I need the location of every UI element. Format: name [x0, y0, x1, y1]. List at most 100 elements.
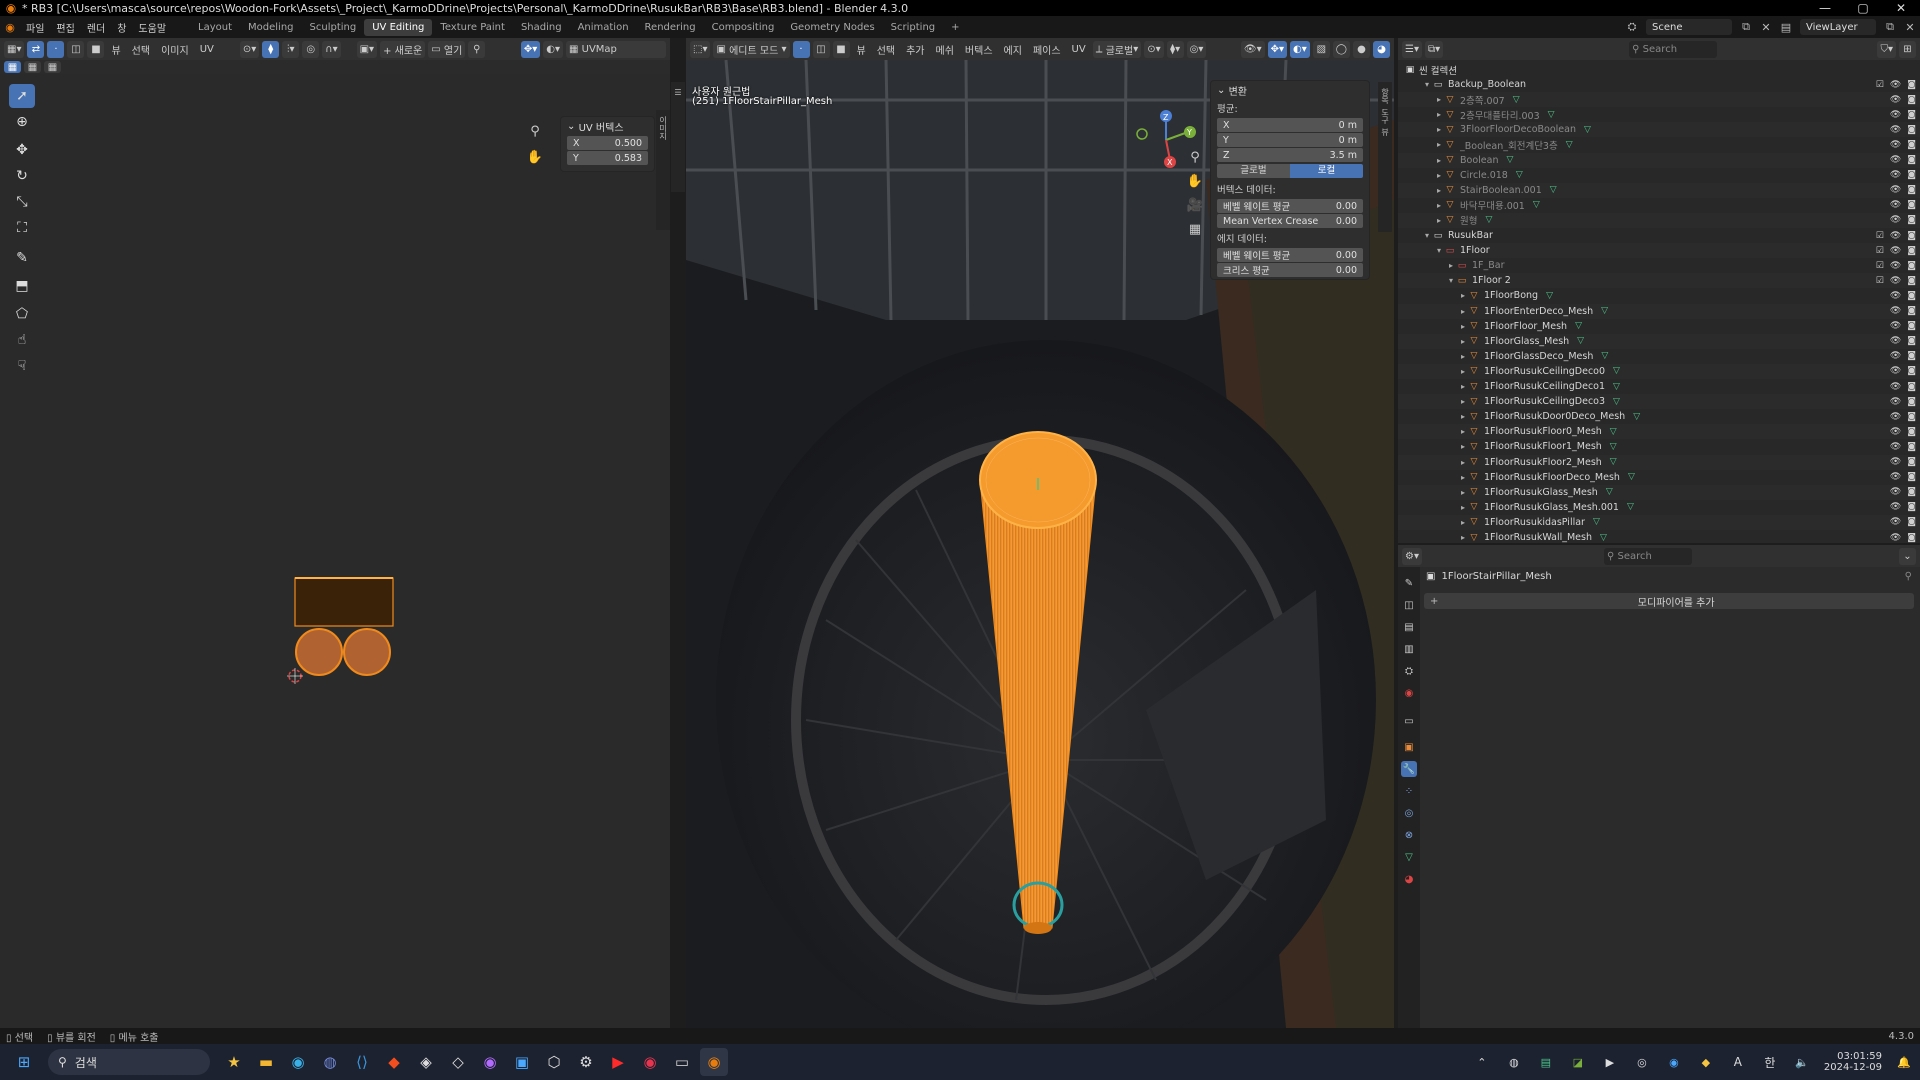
outliner-row[interactable]: ▸ ▽ 바닥무대용.001 ▽ 👁 ◙: [1398, 198, 1920, 213]
tab-layout[interactable]: Layout: [190, 19, 240, 36]
outliner-row[interactable]: ▸ ▽ StairBoolean.001 ▽ 👁 ◙: [1398, 182, 1920, 198]
overlays-icon[interactable]: ◐▾: [1290, 40, 1310, 58]
chevron-right-icon[interactable]: ▸: [1458, 518, 1468, 527]
xray-icon[interactable]: ▧: [1312, 40, 1330, 58]
camera-render-icon[interactable]: ◙: [1907, 442, 1916, 452]
chevron-right-icon[interactable]: ▸: [1458, 442, 1468, 451]
camera-render-icon[interactable]: ◙: [1907, 472, 1916, 482]
tray-discord-icon[interactable]: ◍: [1500, 1048, 1528, 1076]
camera-render-icon[interactable]: ◙: [1907, 427, 1916, 437]
falloff-icon[interactable]: ∩▾: [322, 40, 341, 58]
chevron-right-icon[interactable]: ▸: [1458, 412, 1468, 421]
camera-render-icon[interactable]: ◙: [1907, 382, 1916, 392]
tab-compositing[interactable]: Compositing: [704, 19, 783, 36]
particles-tab-icon[interactable]: ⁘: [1401, 783, 1417, 799]
outliner-row[interactable]: ▸ ▽ 1FloorRusukCeilingDeco0 ▽ 👁 ◙: [1398, 363, 1920, 379]
vscode-icon[interactable]: ⟨⟩: [348, 1048, 376, 1076]
outliner-row[interactable]: ▸ ▽ Circle.018 ▽ 👁 ◙: [1398, 168, 1920, 183]
file-explorer-icon[interactable]: ▬: [252, 1048, 280, 1076]
menu-window[interactable]: 창: [111, 20, 132, 35]
camera-render-icon[interactable]: ◙: [1907, 231, 1916, 241]
scene-selector[interactable]: Scene: [1646, 19, 1732, 35]
outliner-row[interactable]: ▸ ▽ _Boolean_회전계단3층 ▽ 👁 ◙: [1398, 137, 1920, 152]
mesh-data-icon[interactable]: ▽: [1577, 336, 1584, 346]
eye-icon[interactable]: 👁: [1890, 427, 1901, 437]
camera-render-icon[interactable]: ◙: [1907, 366, 1916, 376]
eye-icon[interactable]: 👁: [1890, 382, 1901, 392]
local-toggle[interactable]: 로컬: [1290, 164, 1363, 178]
outliner-row[interactable]: ▸ ▽ 2층무대플타리.003 ▽ 👁 ◙: [1398, 107, 1920, 122]
mesh-data-icon[interactable]: ▽: [1627, 502, 1634, 512]
youtube-icon[interactable]: ▶: [604, 1048, 632, 1076]
chevron-right-icon[interactable]: ▸: [1434, 125, 1444, 134]
new-view-layer-icon[interactable]: ⧉: [1882, 19, 1898, 35]
mesh-data-icon[interactable]: ▽: [1601, 351, 1608, 361]
eye-icon[interactable]: 👁: [1890, 215, 1901, 225]
chevron-right-icon[interactable]: ▸: [1434, 156, 1444, 165]
pivot-icon[interactable]: ⊙▾: [239, 40, 260, 58]
outliner-row[interactable]: ▾ ▭ 1Floor ☑ 👁 ◙: [1398, 243, 1920, 259]
eye-icon[interactable]: 👁: [1890, 517, 1901, 527]
app-purple-icon[interactable]: ◉: [476, 1048, 504, 1076]
eye-icon[interactable]: 👁: [1890, 155, 1901, 165]
chevron-right-icon[interactable]: ▸: [1458, 488, 1468, 497]
chevron-down-icon[interactable]: ▾: [1434, 246, 1444, 255]
select-subtract-icon[interactable]: ▦: [44, 61, 61, 73]
chevron-right-icon[interactable]: ▸: [1458, 397, 1468, 406]
camera-render-icon[interactable]: ◙: [1907, 397, 1916, 407]
eye-icon[interactable]: 👁: [1890, 366, 1901, 376]
properties-search-input[interactable]: ⚲ Search: [1603, 547, 1692, 565]
taskbar-search[interactable]: ⚲ 검색: [48, 1049, 210, 1075]
camera-render-icon[interactable]: ◙: [1907, 502, 1916, 512]
uvmap-selector[interactable]: ▦ UVMap: [566, 40, 666, 58]
tray-ime-label[interactable]: 한: [1756, 1048, 1784, 1076]
camera-render-icon[interactable]: ◙: [1907, 200, 1916, 210]
mesh-data-icon[interactable]: ▽: [1593, 517, 1600, 527]
tab-item[interactable]: 항목: [1380, 88, 1391, 104]
add-modifier-button[interactable]: + 모디파이어를 추가: [1424, 593, 1914, 609]
zoom-3d-icon[interactable]: ⚲: [1184, 146, 1206, 168]
mesh-data-icon[interactable]: ▽: [1485, 215, 1492, 225]
menu-add[interactable]: 추가: [902, 42, 928, 57]
chevron-down-icon[interactable]: ▾: [1446, 276, 1456, 285]
vertex-select-icon[interactable]: ·: [47, 40, 65, 58]
outliner-row[interactable]: ▸ ▽ 1FloorGlassDeco_Mesh ▽ 👁 ◙: [1398, 349, 1920, 364]
chevron-right-icon[interactable]: ▸: [1458, 337, 1468, 346]
camera-render-icon[interactable]: ◙: [1907, 215, 1916, 225]
camera-render-icon[interactable]: ◙: [1907, 170, 1916, 180]
eye-icon[interactable]: 👁: [1890, 336, 1901, 346]
eye-icon[interactable]: 👁: [1890, 246, 1901, 256]
outliner-row[interactable]: ▸ ▽ 1FloorRusukFloor2_Mesh ▽ 👁 ◙: [1398, 454, 1920, 470]
close-button[interactable]: ✕: [1882, 1, 1920, 15]
menu-edge[interactable]: 에지: [1000, 42, 1026, 57]
chevron-right-icon[interactable]: ▸: [1458, 291, 1468, 300]
snap-target-icon[interactable]: ⫶▾: [282, 40, 300, 58]
uv-island-circle-left[interactable]: [295, 628, 343, 676]
ortho-grid-icon[interactable]: ▦: [1184, 218, 1206, 240]
camera-render-icon[interactable]: ◙: [1907, 261, 1916, 271]
camera-render-icon[interactable]: ◙: [1907, 336, 1916, 346]
favorites-icon[interactable]: ★: [220, 1048, 248, 1076]
camera-render-icon[interactable]: ◙: [1907, 306, 1916, 316]
eye-icon[interactable]: 👁: [1890, 502, 1901, 512]
menu-uv[interactable]: UV: [196, 44, 218, 55]
tool-tab-icon[interactable]: ✎: [1401, 575, 1417, 591]
gizmo-3d-icon[interactable]: ✥▾: [1267, 40, 1288, 58]
tab-shading[interactable]: Shading: [513, 19, 570, 36]
open-image-button[interactable]: ▭ 열기: [428, 40, 466, 58]
checkbox-icon[interactable]: ☑: [1876, 246, 1884, 256]
menu-render[interactable]: 렌더: [81, 20, 111, 35]
visibility-icon[interactable]: 👁▾: [1240, 40, 1265, 58]
checkbox-icon[interactable]: ☑: [1876, 276, 1884, 286]
display-mode-icon[interactable]: ⧉▾: [1424, 40, 1444, 58]
unity-icon[interactable]: ⬡: [540, 1048, 568, 1076]
outliner-row[interactable]: ▸ ▽ Boolean ▽ 👁 ◙: [1398, 152, 1920, 168]
eye-icon[interactable]: 👁: [1890, 397, 1901, 407]
menu-help[interactable]: 도움말: [132, 20, 172, 35]
eye-icon[interactable]: 👁: [1890, 185, 1901, 195]
media-icon[interactable]: ◉: [636, 1048, 664, 1076]
edge-browser-icon[interactable]: ◉: [284, 1048, 312, 1076]
minimize-button[interactable]: —: [1806, 1, 1844, 15]
outliner-row[interactable]: ▾ ▭ Backup_Boolean ☑ 👁 ◙: [1398, 77, 1920, 92]
mesh-data-icon[interactable]: ▽: [1506, 155, 1513, 165]
